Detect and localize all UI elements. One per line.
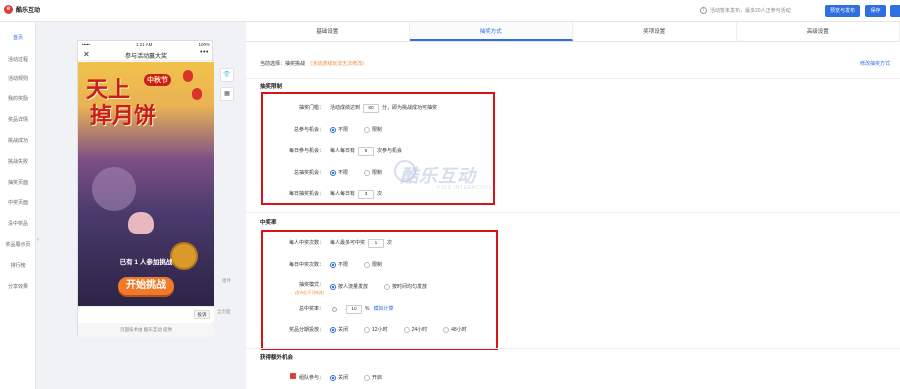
save-button[interactable]: 保存	[865, 5, 886, 17]
collapse-sidebar-icon[interactable]: ‹	[37, 237, 41, 247]
section-title-winning: 中奖率	[260, 220, 277, 226]
publish-status: i 活动暂未发布，最多20人正参与活动	[700, 7, 791, 14]
radio-label: 开启	[372, 375, 383, 381]
top-bar: e 酷乐互动 i 活动暂未发布，最多20人正参与活动 预览与发布 保存	[0, 0, 900, 22]
game-canvas[interactable]: 天上 掉月饼 中秋节 已有 1 人参加挑战 开始挑战	[78, 62, 214, 306]
sidebar-item-challenge-success[interactable]: 挑战成功	[0, 137, 36, 144]
pig-character-icon	[128, 212, 154, 234]
preview-area: ••••• 1:21 AM 100% ✕ 参与活动赢大奖 ••• 天上 掉月饼 …	[42, 22, 246, 389]
sidebar-item-process[interactable]: 活动过程	[0, 56, 36, 63]
settings-panel: 基础设置 抽奖方式 奖项设置 高级设置 当前选择：抽奖挑战 (活动游戏玩法无法修…	[246, 22, 900, 389]
tab-basic[interactable]: 基础设置	[246, 22, 410, 41]
phone-bottom-bar: 投诉	[78, 306, 214, 322]
highlight-box-winning	[261, 230, 498, 350]
sidebar-item-win-page[interactable]: 中奖页面	[0, 199, 36, 206]
sidebar-item-challenge-fail[interactable]: 挑战失败	[0, 158, 36, 165]
sidebar-item-leaderboard[interactable]: 排行榜	[0, 262, 36, 269]
watermark-sub: KULE INTERACTIVE	[437, 185, 493, 191]
grid-icon[interactable]: ▦	[220, 87, 234, 101]
festival-tag: 中秋节	[144, 74, 171, 86]
phone-footer: 页面技术由 酷乐互动 提供	[78, 323, 214, 337]
tab-prizes[interactable]: 奖项设置	[573, 22, 737, 41]
team-label: 组队参与：	[260, 372, 330, 384]
phone-preview: ••••• 1:21 AM 100% ✕ 参与活动赢大奖 ••• 天上 掉月饼 …	[77, 40, 214, 337]
battery-level: 100%	[198, 42, 210, 47]
full-page-link[interactable]: 全页面	[217, 309, 231, 315]
divider	[246, 78, 900, 79]
status-time: 1:21 AM	[135, 42, 153, 47]
logo-mark-icon: e	[4, 5, 13, 14]
moon-decoration	[92, 167, 136, 211]
phone-header: ✕ 参与活动赢大奖 •••	[78, 49, 214, 61]
lantern-icon	[192, 88, 202, 100]
preview-publish-button[interactable]: 预览与发布	[825, 5, 860, 17]
component-link[interactable]: 组件	[222, 278, 231, 284]
section-title-draw-limit: 抽奖限制	[260, 84, 283, 90]
team-row: 组队参与： 关闭 开启	[260, 372, 398, 384]
info-icon: i	[700, 7, 707, 14]
sidebar-item-draw-page[interactable]: 抽奖页面	[0, 179, 36, 186]
team-on-radio[interactable]: 开启	[364, 372, 382, 384]
logo[interactable]: e 酷乐互动	[4, 5, 40, 14]
team-off-radio[interactable]: 关闭	[330, 372, 348, 384]
sidebar-item-my-prizes[interactable]: 我的奖励	[0, 95, 36, 102]
current-mode: 当前选择：抽奖挑战 (活动游戏玩法无法修改)	[260, 60, 364, 67]
participants-text: 已有 1 人参加挑战	[119, 259, 173, 266]
section-title-extra: 获得额外机会	[260, 355, 294, 361]
radio-label: 关闭	[338, 375, 349, 381]
team-label-text: 组队参与：	[298, 375, 324, 381]
settings-tabs: 基础设置 抽奖方式 奖项设置 高级设置	[246, 22, 900, 42]
sidebar-item-home[interactable]: 首页	[0, 34, 36, 41]
sidebar-item-share[interactable]: 分享效果	[0, 283, 36, 290]
team-badge-icon	[289, 373, 296, 379]
phone-page-title: 参与活动赢大奖	[124, 54, 167, 60]
game-title-line-2: 掉月饼	[90, 103, 157, 129]
start-challenge-button[interactable]: 开始挑战	[118, 277, 174, 295]
lantern-icon	[183, 70, 193, 82]
more-button[interactable]	[890, 5, 900, 17]
current-mode-hint: (活动游戏玩法无法修改)	[310, 61, 364, 67]
more-icon[interactable]: •••	[200, 49, 209, 56]
divider	[246, 348, 900, 349]
change-mode-link[interactable]: 修改抽奖方式	[860, 60, 890, 67]
divider	[246, 212, 900, 213]
tab-advanced[interactable]: 高级设置	[737, 22, 900, 41]
logo-text: 酷乐互动	[16, 8, 41, 14]
current-mode-label: 当前选择：抽奖挑战	[260, 61, 306, 67]
publish-status-text: 活动暂未发布，最多20人正参与活动	[710, 8, 791, 14]
signal-icon: •••••	[82, 42, 90, 47]
radio-selected-icon	[330, 375, 336, 381]
radio-icon	[364, 375, 371, 381]
report-button[interactable]: 投诉	[194, 310, 210, 319]
sidebar-item-prize-showcase[interactable]: 奖品展示页	[0, 241, 36, 248]
sidebar-item-rules[interactable]: 活动规则	[0, 75, 36, 82]
phone-status-bar: ••••• 1:21 AM 100%	[78, 41, 214, 49]
sidebar-item-prize-detail[interactable]: 奖品详情	[0, 116, 36, 123]
sidebar-item-no-prize[interactable]: 没中奖品	[0, 220, 36, 227]
tab-draw-mode[interactable]: 抽奖方式	[409, 22, 573, 41]
sidebar-nav: 首页 活动过程 活动规则 我的奖励 奖品详情 挑战成功 挑战失败 抽奖页面 中奖…	[0, 22, 36, 389]
theme-icon[interactable]: 👕	[220, 68, 234, 82]
